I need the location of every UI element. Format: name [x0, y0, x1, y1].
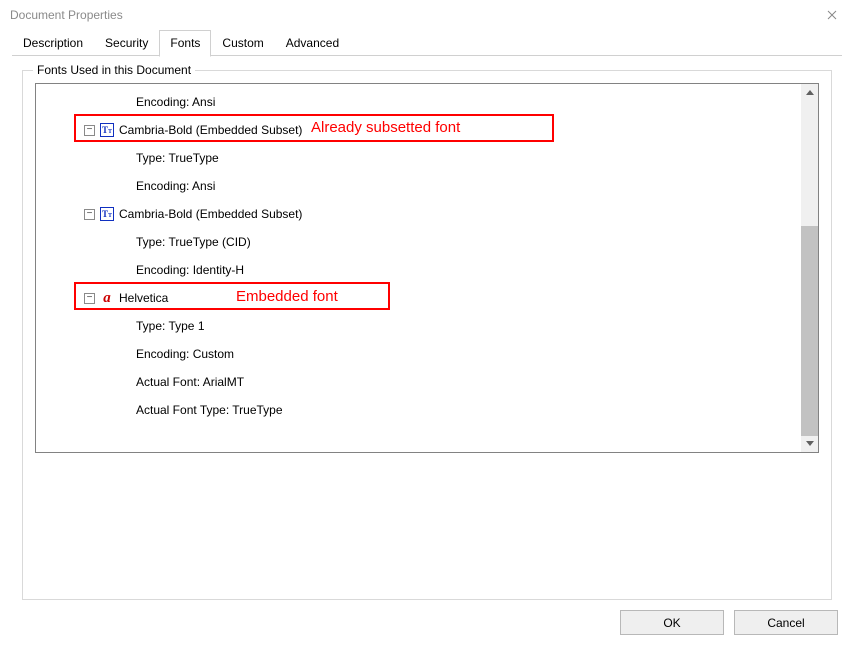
- collapse-icon[interactable]: [84, 293, 95, 304]
- scroll-up-icon[interactable]: [801, 84, 818, 101]
- font-list: Encoding: Ansi TT Cambria-Bold (Embedded…: [35, 83, 819, 453]
- truetype-icon: TT: [100, 123, 114, 137]
- tree-item[interactable]: a Helvetica: [84, 290, 801, 306]
- font-property: Encoding: Ansi: [136, 178, 801, 194]
- title-bar: Document Properties: [0, 0, 854, 30]
- font-property: Encoding: Custom: [136, 346, 801, 362]
- window-title: Document Properties: [10, 8, 123, 22]
- font-property: Actual Font: ArialMT: [136, 374, 801, 390]
- annotation-text-subset: Already subsetted font: [311, 119, 460, 136]
- tab-custom[interactable]: Custom: [211, 30, 274, 56]
- font-property: Encoding: Ansi: [136, 94, 801, 110]
- scroll-down-icon[interactable]: [801, 435, 818, 452]
- scrollbar-thumb[interactable]: [801, 226, 818, 436]
- collapse-icon[interactable]: [84, 209, 95, 220]
- postscript-icon: a: [100, 291, 114, 305]
- scrollbar-track[interactable]: [801, 101, 818, 435]
- font-property: Type: TrueType: [136, 150, 801, 166]
- groupbox-label: Fonts Used in this Document: [33, 63, 195, 77]
- tab-security[interactable]: Security: [94, 30, 159, 56]
- dialog-footer: OK Cancel: [620, 610, 838, 635]
- tree-item[interactable]: TT Cambria-Bold (Embedded Subset): [84, 206, 801, 222]
- font-property: Type: Type 1: [136, 318, 801, 334]
- tab-description[interactable]: Description: [12, 30, 94, 56]
- fonts-groupbox: Fonts Used in this Document Encoding: An…: [22, 70, 832, 600]
- font-name: Helvetica: [119, 291, 168, 305]
- tab-fonts[interactable]: Fonts: [159, 30, 211, 57]
- font-property: Actual Font Type: TrueType: [136, 402, 801, 418]
- font-name: Cambria-Bold (Embedded Subset): [119, 207, 302, 221]
- tab-bar: Description Security Fonts Custom Advanc…: [0, 30, 854, 56]
- font-property: Encoding: Identity-H: [136, 262, 801, 278]
- annotation-text-embedded: Embedded font: [236, 288, 338, 305]
- scrollbar[interactable]: [801, 84, 818, 452]
- close-icon[interactable]: [810, 0, 854, 30]
- tab-advanced[interactable]: Advanced: [275, 30, 350, 56]
- font-name: Cambria-Bold (Embedded Subset): [119, 123, 302, 137]
- truetype-icon: TT: [100, 207, 114, 221]
- ok-button[interactable]: OK: [620, 610, 724, 635]
- collapse-icon[interactable]: [84, 125, 95, 136]
- font-property: Type: TrueType (CID): [136, 234, 801, 250]
- cancel-button[interactable]: Cancel: [734, 610, 838, 635]
